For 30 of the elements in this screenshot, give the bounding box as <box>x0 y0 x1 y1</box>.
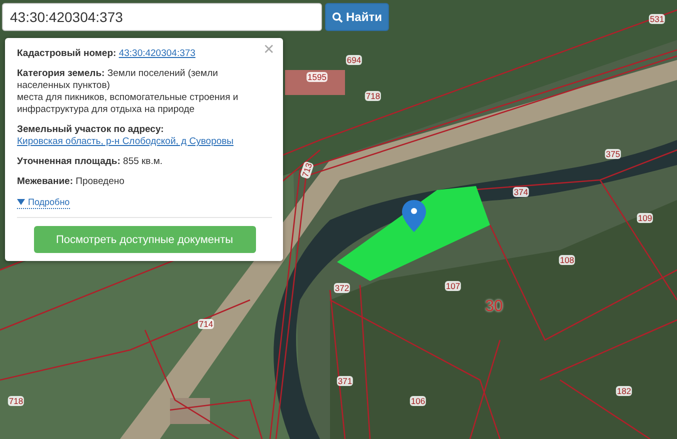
info-text: Межевание: Проведено <box>17 176 126 188</box>
caret-icon <box>17 199 25 205</box>
parcel-number: 718 <box>8 396 24 406</box>
field-link[interactable]: 43:30:420304:373 <box>118 48 196 60</box>
parcel-number: 714 <box>198 319 214 329</box>
parcel-number: 372 <box>334 283 350 293</box>
parcel-number: 718 <box>364 91 382 101</box>
parcel-number: 374 <box>512 187 530 197</box>
parcel-number: 182 <box>616 386 632 396</box>
building-roof <box>285 70 345 95</box>
info-text: Земельный участок по адресу: Кировская область, р-н Слободской, д Суворовы <box>17 124 235 148</box>
parcel-number: 694 <box>346 55 362 65</box>
parcel-number: 375 <box>604 149 622 159</box>
parcel-number: 531 <box>648 14 666 24</box>
info-text: Категория земель: Земли поселений (земли населенных пунктов) места для пикников, вспомогательные строения и инфраструктура для отдыха на природе <box>17 68 240 116</box>
parcel-number: 107 <box>444 281 462 291</box>
details-link[interactable]: Подробно <box>17 196 70 209</box>
search-button[interactable]: Найти <box>325 3 389 31</box>
parcel-number: 371 <box>336 376 354 386</box>
search-field[interactable]: 43:30:420304:373 <box>2 3 322 31</box>
building-roof <box>170 398 210 424</box>
parcel-number: 108 <box>558 255 576 265</box>
map-pin-icon <box>402 200 426 232</box>
parcel-number: 109 <box>636 213 654 223</box>
parcel-number: 30 <box>484 302 504 312</box>
parcel-number: 1595 <box>306 72 328 82</box>
field-link[interactable]: Кировская область, р-н Слободской, д Суворовы <box>17 136 234 148</box>
info-text: Уточненная площадь: 855 кв.м. <box>17 156 164 168</box>
search-icon <box>332 12 343 22</box>
parcel-number: 106 <box>410 396 426 406</box>
